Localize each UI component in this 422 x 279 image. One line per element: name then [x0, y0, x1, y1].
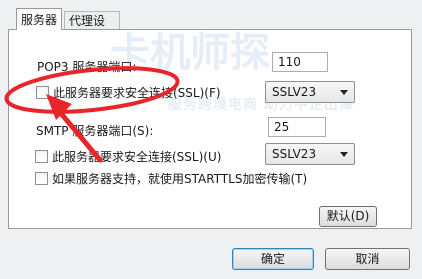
pop3-ssl-checkbox[interactable]	[36, 86, 49, 99]
tab-server[interactable]: 服务器	[16, 8, 62, 30]
smtp-port-input[interactable]: 25	[268, 117, 326, 137]
smtp-port-label: SMTP 服务器端口(S):	[36, 124, 154, 138]
pop3-port-input[interactable]: 110	[272, 52, 328, 72]
smtp-ssl-label: 此服务器要求安全连接(SSL)(U)	[52, 150, 222, 164]
smtp-ssl-checkbox[interactable]	[35, 150, 48, 163]
pop3-ssl-version-value: SSLV23	[272, 85, 317, 99]
pop3-ssl-version-select[interactable]: SSLV23	[265, 81, 355, 103]
tab-proxy-settings[interactable]: 代理设置	[64, 11, 120, 46]
ok-button[interactable]: 确定	[232, 248, 314, 270]
chevron-down-icon	[340, 152, 348, 157]
pop3-ssl-label: 此服务器要求安全连接(SSL)(F)	[53, 86, 221, 100]
starttls-checkbox[interactable]	[35, 172, 48, 185]
pop3-port-label: POP3 服务器端口:	[37, 60, 137, 74]
chevron-down-icon	[340, 90, 348, 95]
cancel-button[interactable]: 取消	[325, 248, 410, 270]
smtp-ssl-version-select[interactable]: SSLV23	[265, 143, 355, 165]
default-button[interactable]: 默认(D)	[319, 206, 377, 227]
smtp-ssl-version-value: SSLV23	[272, 147, 317, 161]
starttls-label: 如果服务器支持，就使用STARTTLS加密传输(T)	[52, 172, 308, 186]
